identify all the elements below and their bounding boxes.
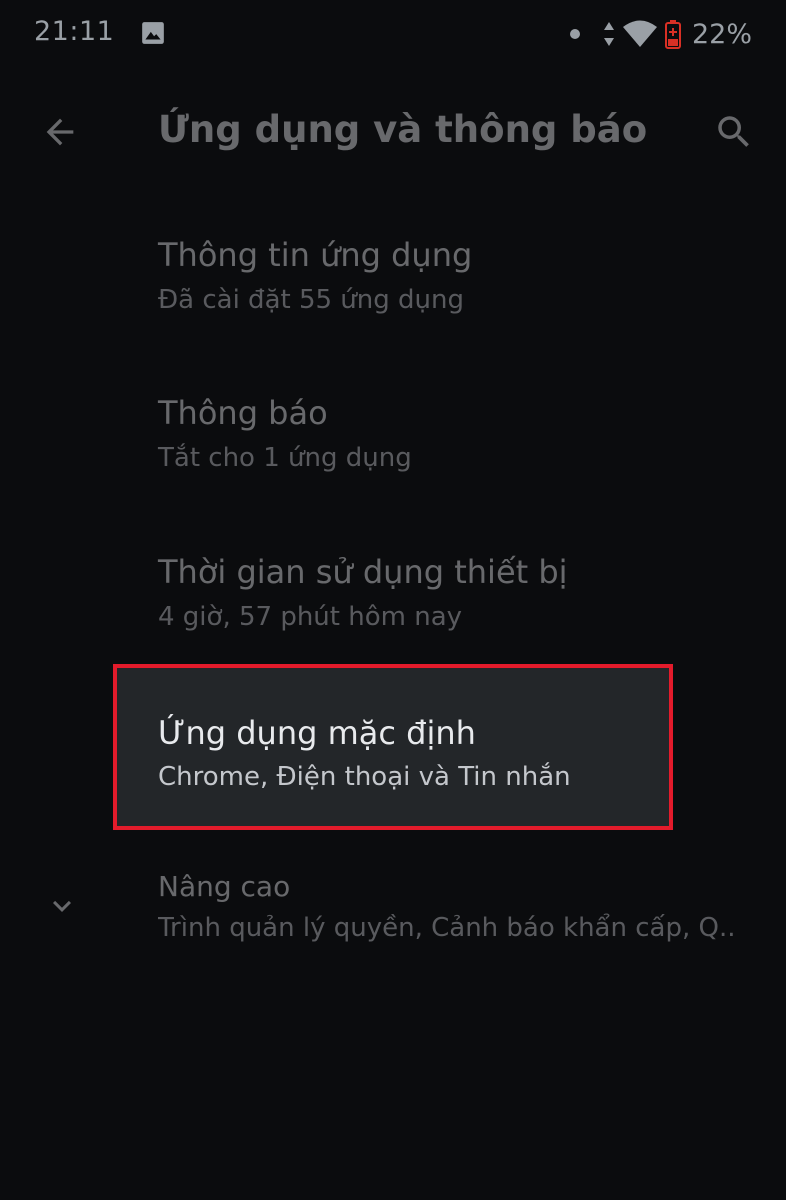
page-title: Ứng dụng và thông báo [158, 108, 648, 151]
battery-percent: 22% [691, 18, 752, 50]
battery-charging-icon [664, 20, 681, 49]
item-summary: Tắt cho 1 ứng dụng [158, 443, 412, 473]
item-title: Ứng dụng mặc định [158, 714, 476, 752]
status-indicators: 22% [569, 14, 752, 54]
item-summary: Trình quản lý quyền, Cảnh báo khẩn cấp, … [158, 913, 736, 943]
settings-item-app-info[interactable]: Thông tin ứng dụng Đã cài đặt 55 ứng dụn… [0, 210, 786, 340]
settings-item-notifications[interactable]: Thông báo Tắt cho 1 ứng dụng [0, 370, 786, 500]
toolbar: Ứng dụng và thông báo [0, 90, 786, 174]
chevron-down-icon[interactable] [44, 888, 80, 924]
data-transfer-icon [603, 22, 614, 46]
item-title: Thông báo [158, 394, 328, 432]
item-title: Thời gian sử dụng thiết bị [158, 553, 568, 591]
gallery-icon [142, 22, 164, 44]
item-summary: Đã cài đặt 55 ứng dụng [158, 285, 464, 315]
notification-dot-icon [569, 29, 580, 39]
wifi-icon [622, 20, 657, 47]
settings-item-default-apps[interactable]: Ứng dụng mặc định Chrome, Điện thoại và … [113, 664, 673, 830]
arrow-back-icon [46, 118, 74, 146]
item-summary: 4 giờ, 57 phút hôm nay [158, 602, 463, 632]
back-button[interactable] [34, 106, 86, 158]
settings-item-screen-time[interactable]: Thời gian sử dụng thiết bị 4 giờ, 57 phú… [0, 528, 786, 658]
item-title: Thông tin ứng dụng [158, 236, 473, 274]
status-bar: 21:11 22% [0, 0, 786, 70]
item-title: Nâng cao [158, 870, 291, 903]
search-icon [718, 116, 749, 147]
status-time: 21:11 [34, 16, 115, 47]
settings-item-advanced[interactable]: Nâng cao Trình quản lý quyền, Cảnh báo k… [0, 850, 786, 980]
search-button[interactable] [708, 106, 760, 158]
item-summary: Chrome, Điện thoại và Tin nhắn [158, 762, 571, 792]
